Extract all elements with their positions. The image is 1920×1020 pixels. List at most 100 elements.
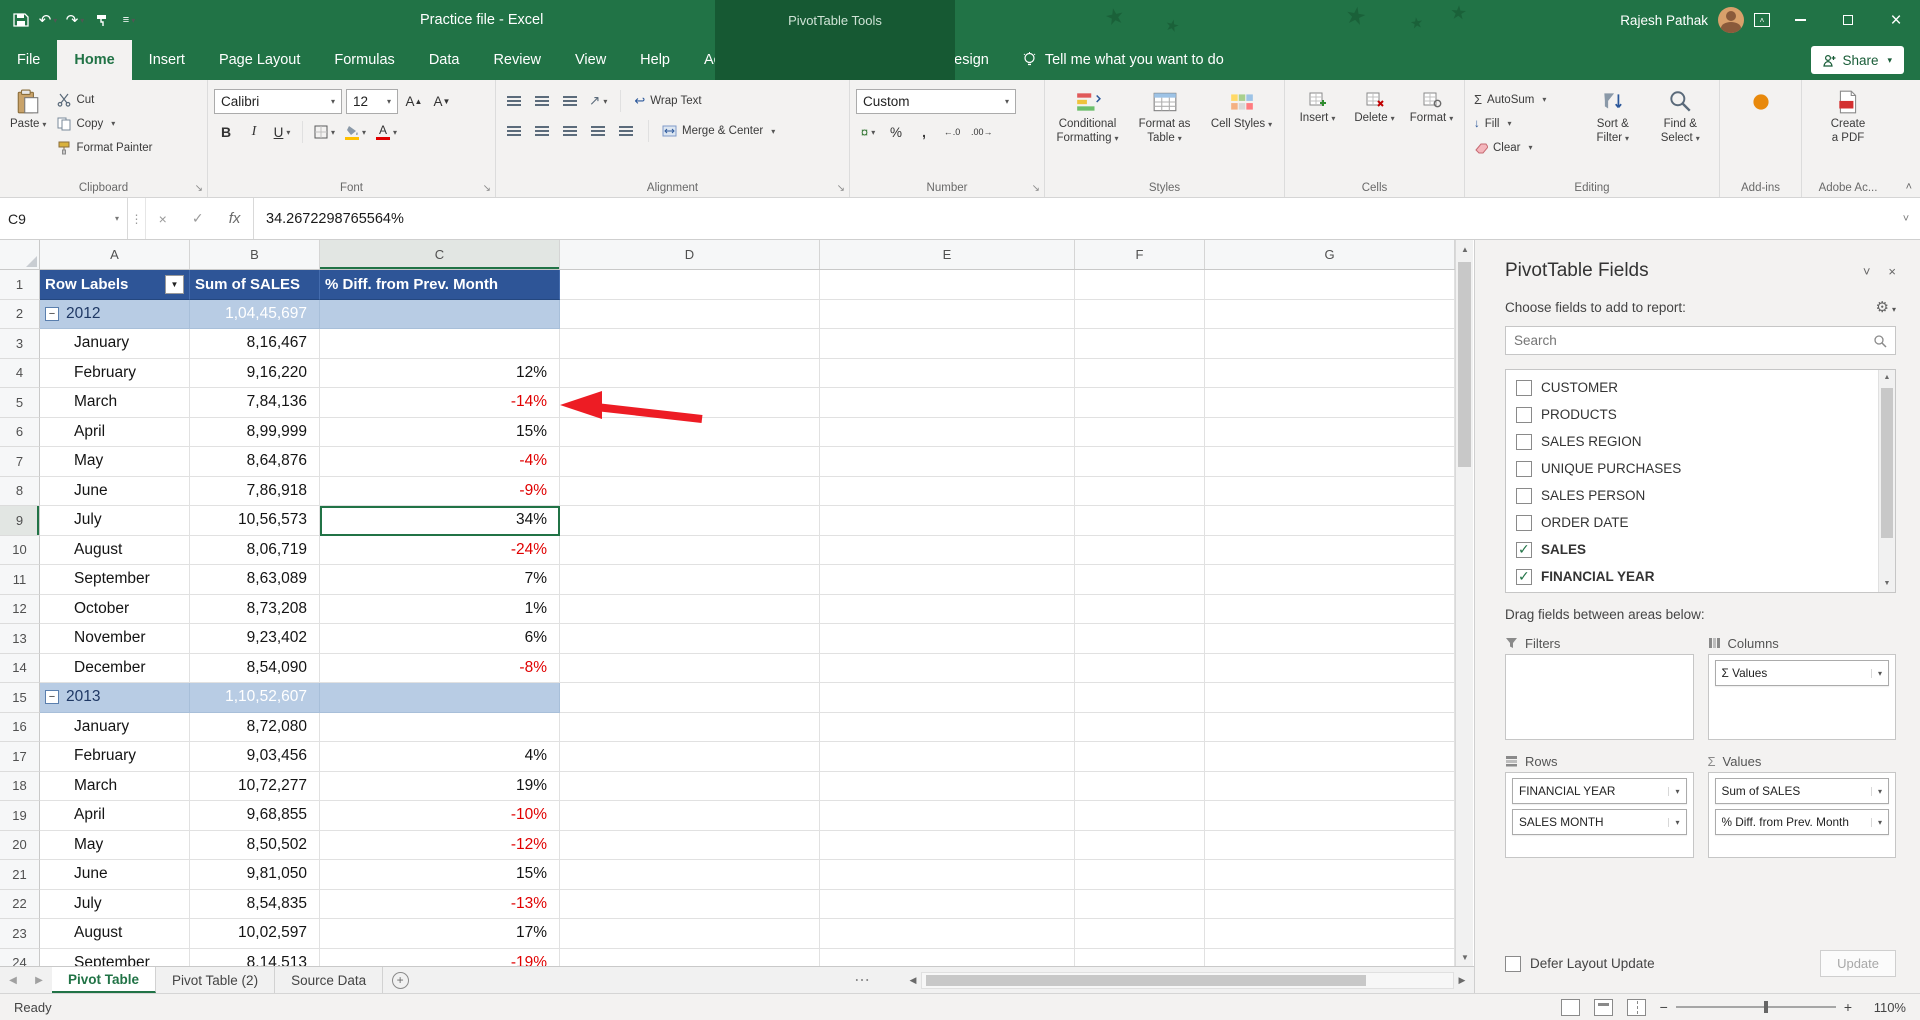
cell-empty[interactable] [1075,653,1205,683]
increase-font-button[interactable]: A ▲ [402,90,426,114]
scroll-up-icon[interactable]: ▲ [1456,240,1474,258]
sheet-tab-pivot-table[interactable]: Pivot Table [52,967,157,993]
decrease-indent-button[interactable] [586,119,610,143]
cell-empty[interactable] [1205,270,1455,300]
field-checkbox[interactable] [1516,379,1532,396]
sort-filter-button[interactable]: Sort & Filter ▾ [1582,85,1644,146]
addins-button[interactable] [1744,85,1778,115]
format-painter-qat-button[interactable] [89,5,115,35]
clear-button[interactable]: Clear ▾ [1471,137,1578,158]
row-number[interactable]: 11 [0,565,40,595]
delete-cells-button[interactable]: Delete ▾ [1348,85,1401,126]
cell-month-label[interactable]: February [40,358,190,388]
cell-sales-value[interactable]: 8,72,080 [190,712,320,742]
row-number[interactable]: 10 [0,535,40,565]
row-number[interactable]: 12 [0,594,40,624]
cell-empty[interactable] [1205,565,1455,595]
cell-empty[interactable] [820,476,1075,506]
values-area-box[interactable]: Sum of SALES ▾ % Diff. from Prev. Month ▾ [1707,772,1896,858]
save-button[interactable] [8,5,34,35]
cell-empty[interactable] [560,329,820,359]
tab-help[interactable]: Help [623,40,687,80]
cell-empty[interactable] [560,535,820,565]
cell-diff-header[interactable]: % Diff. from Prev. Month [320,270,560,300]
cell-sales-value[interactable]: 8,63,089 [190,565,320,595]
cell-sales-value[interactable]: 8,06,719 [190,535,320,565]
cell-empty[interactable] [1205,476,1455,506]
chevron-down-icon[interactable]: ▾ [1870,817,1882,827]
cell-pct-value[interactable]: -8% [320,653,560,683]
row-number[interactable]: 5 [0,388,40,418]
cell-empty[interactable] [560,683,820,713]
row-number[interactable]: 8 [0,476,40,506]
field-checkbox[interactable] [1516,487,1532,504]
font-dialog-launcher[interactable]: ↘ [483,183,491,194]
close-button[interactable]: × [1872,0,1920,40]
cell-sales-value[interactable]: 9,03,456 [190,742,320,772]
cell-pct-value[interactable]: 15% [320,417,560,447]
search-input[interactable] [1514,333,1873,348]
align-right-button[interactable] [558,119,582,143]
number-format-select[interactable]: Custom ▾ [856,89,1016,114]
cell-empty[interactable] [820,594,1075,624]
cell-pct-value[interactable] [320,299,560,329]
zoom-out-icon[interactable]: − [1660,999,1668,1015]
normal-view-icon[interactable] [1560,998,1580,1016]
cell-empty[interactable] [1205,889,1455,919]
customize-qat-button[interactable]: ≡ ▾ [116,5,142,35]
cell-month-label[interactable]: May [40,830,190,860]
cell-empty[interactable] [1075,742,1205,772]
cell-empty[interactable] [1205,388,1455,418]
cell-styles-button[interactable]: Cell Styles ▾ [1205,85,1278,132]
increase-decimal-button[interactable]: ←.0 [940,120,964,144]
account-area[interactable]: Rajesh Pathak ˄ [1620,0,1770,40]
cell-empty[interactable] [560,830,820,860]
expand-formula-bar-icon[interactable]: ˅ [1892,198,1920,239]
cell-empty[interactable] [820,948,1075,966]
bold-button[interactable]: B [214,120,238,144]
column-header-e[interactable]: E [820,240,1075,269]
field-pill[interactable]: SALES MONTH ▾ [1512,809,1687,835]
cell-month-label[interactable]: March [40,388,190,418]
cell-sales-value[interactable]: 8,73,208 [190,594,320,624]
cell-pct-value[interactable]: -10% [320,801,560,831]
row-number[interactable]: 7 [0,447,40,477]
cell-empty[interactable] [560,653,820,683]
row-number[interactable]: 14 [0,653,40,683]
cell-month-label[interactable]: July [40,506,190,536]
cell-pct-value[interactable]: 6% [320,624,560,654]
field-item[interactable]: SALES REGION [1506,428,1895,455]
cell-empty[interactable] [1205,299,1455,329]
cell-empty[interactable] [1205,447,1455,477]
scroll-down-icon[interactable]: ▼ [1879,576,1895,592]
scroll-up-icon[interactable]: ▲ [1879,370,1895,386]
tab-insert[interactable]: Insert [132,40,202,80]
cell-empty[interactable] [820,771,1075,801]
field-item[interactable]: UNIQUE PURCHASES [1506,455,1895,482]
zoom-thumb[interactable] [1763,1001,1768,1013]
field-checkbox[interactable] [1516,406,1532,423]
name-box[interactable]: C9 ▾ [0,198,128,239]
paste-button[interactable]: Paste ▾ [6,85,50,132]
minimize-button[interactable] [1776,0,1824,40]
cell-pct-value[interactable]: 4% [320,742,560,772]
cell-empty[interactable] [1075,506,1205,536]
cell-empty[interactable] [1205,919,1455,949]
collapse-ribbon-icon[interactable]: ˄ [1906,181,1912,193]
cell-month-label[interactable]: December [40,653,190,683]
align-middle-button[interactable] [530,89,554,113]
tab-view[interactable]: View [558,40,623,80]
clipboard-dialog-launcher[interactable]: ↘ [195,183,203,194]
cell-empty[interactable] [820,535,1075,565]
cell-empty[interactable] [1075,830,1205,860]
cell-empty[interactable] [560,358,820,388]
font-family-select[interactable]: Calibri ▾ [214,89,342,114]
cell-month-label[interactable]: March [40,771,190,801]
cell-empty[interactable] [820,565,1075,595]
cell-empty[interactable] [560,506,820,536]
cell-month-label[interactable]: September [40,948,190,966]
row-number[interactable]: 9 [0,506,40,536]
cell-empty[interactable] [820,624,1075,654]
align-top-button[interactable] [502,89,526,113]
cut-button[interactable]: Cut [54,89,155,110]
